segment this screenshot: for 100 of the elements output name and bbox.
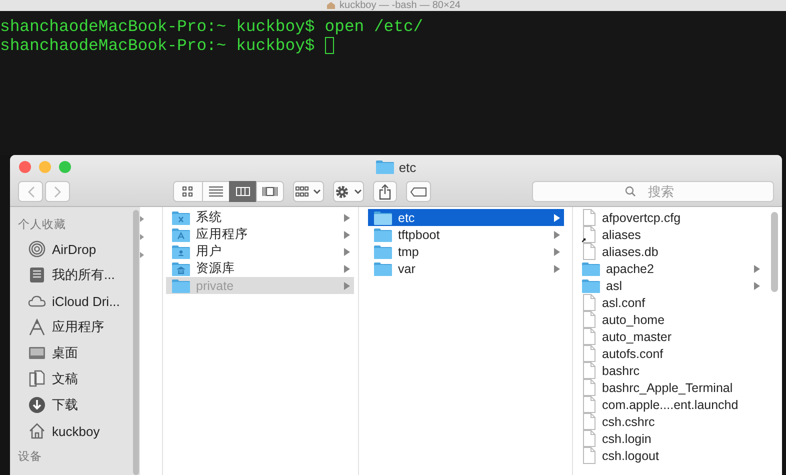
sidebar-section-title: 个人收藏 [18, 218, 67, 233]
folder-item[interactable]: etc [368, 209, 564, 226]
folder-icon [172, 278, 190, 292]
folder-item[interactable]: apache2 [578, 260, 782, 277]
view-mode-button[interactable] [173, 181, 203, 202]
share-icon [379, 184, 392, 200]
prompt-text: shanchaodeMacBook-Pro:~ kuckboy$ [0, 36, 315, 55]
file-item[interactable]: aliases [578, 226, 782, 243]
disclosure-arrow-icon [554, 248, 560, 256]
file-item[interactable]: bashrc_Apple_Terminal [578, 379, 782, 396]
disclosure-arrow-icon [554, 230, 560, 238]
caret-icon [313, 188, 322, 194]
disclosure-arrow-icon [140, 252, 144, 258]
folder-icon [374, 244, 392, 258]
file-item[interactable]: afpovertcp.cfg [578, 209, 782, 226]
file-icon [582, 396, 596, 413]
disclosure-arrow-icon [554, 214, 560, 222]
disclosure-arrow-icon [140, 234, 144, 240]
file-icon [582, 379, 596, 396]
command-text: open /etc/ [324, 17, 424, 36]
arrange-button[interactable] [293, 181, 324, 202]
folder-icon [374, 262, 392, 276]
file-item[interactable]: auto_home [578, 311, 782, 328]
file-item[interactable]: csh.logout [578, 447, 782, 464]
sidebar-item[interactable]: 桌面 [18, 340, 131, 366]
folder-item[interactable]: 应用程序 [166, 226, 354, 243]
file-item[interactable]: asl.conf [578, 294, 782, 311]
file-icon [582, 243, 596, 260]
sidebar-item[interactable]: iCloud Dri... [18, 288, 131, 314]
compass-a-icon [28, 318, 46, 336]
file-icon [582, 413, 596, 430]
sidebar-item[interactable]: 我的所有... [18, 262, 131, 288]
file-icon [582, 294, 596, 311]
file-icon [582, 328, 596, 345]
folder-icon [376, 160, 394, 174]
sidebar-item[interactable]: 文稿 [18, 366, 131, 392]
disclosure-arrow-icon [754, 282, 760, 290]
view-mode-button[interactable] [229, 181, 257, 202]
forward-icon [54, 186, 62, 198]
house-icon [326, 1, 336, 10]
sidebar-item[interactable]: 下载 [18, 392, 131, 418]
download-icon [28, 396, 46, 414]
folder-item[interactable]: 用户 [166, 243, 354, 260]
file-icon [582, 362, 596, 379]
disclosure-arrow-icon [344, 264, 350, 272]
file-icon [582, 447, 596, 464]
system-folder-icon [172, 210, 190, 224]
monitor-icon [28, 344, 46, 362]
search-field[interactable]: 搜索 [532, 181, 774, 202]
scrollbar-thumb[interactable] [771, 212, 778, 292]
action-button[interactable] [332, 181, 364, 202]
view-mode-button[interactable] [202, 181, 230, 202]
disclosure-arrow-icon [140, 216, 144, 222]
disclosure-arrow-icon [344, 248, 350, 256]
file-item[interactable]: com.apple....ent.launchd [578, 396, 782, 413]
sidebar-item[interactable]: 应用程序 [18, 314, 131, 340]
tag-button[interactable] [406, 181, 431, 202]
folder-item[interactable]: 系统 [166, 209, 354, 226]
disclosure-arrow-icon [344, 282, 350, 290]
folder-item[interactable]: tftpboot [368, 226, 564, 243]
view-mode-button[interactable] [256, 181, 284, 202]
apps-folder-icon [172, 228, 190, 242]
file-icon [582, 345, 596, 362]
gear-icon [334, 184, 350, 200]
documents-icon [28, 370, 46, 388]
file-stack-icon [28, 266, 46, 284]
sidebar-item[interactable]: AirDrop [18, 236, 131, 262]
file-item[interactable]: auto_master [578, 328, 782, 345]
file-item[interactable]: autofs.conf [578, 345, 782, 362]
file-item[interactable]: csh.login [578, 430, 782, 447]
window-title: kuckboy — -bash — 80×24 [340, 0, 460, 11]
sidebar-item[interactable]: kuckboy [18, 418, 131, 444]
folder-icon [582, 262, 600, 276]
caret-icon [354, 188, 362, 194]
disclosure-arrow-icon [554, 264, 560, 272]
folder-icon [374, 228, 392, 242]
disclosure-arrow-icon [344, 230, 350, 238]
file-item[interactable]: aliases.db [578, 243, 782, 260]
back-icon [26, 186, 34, 198]
folder-item[interactable]: 资源库 [166, 260, 354, 277]
folder-item[interactable]: var [368, 260, 564, 277]
window-title: etc [398, 160, 416, 174]
disclosure-arrow-icon [344, 214, 350, 222]
file-item[interactable]: bashrc [578, 362, 782, 379]
tag-icon [410, 186, 428, 196]
file-item[interactable]: csh.cshrc [578, 413, 782, 430]
share-button[interactable] [372, 181, 398, 202]
prompt-text: shanchaodeMacBook-Pro:~ kuckboy$ [0, 17, 315, 36]
library-folder-icon [172, 262, 190, 276]
folder-item[interactable]: asl [578, 277, 782, 294]
users-folder-icon [172, 244, 190, 258]
airdrop-icon [28, 240, 46, 258]
folder-item[interactable]: tmp [368, 243, 564, 260]
scrollbar-thumb[interactable] [132, 210, 138, 475]
disclosure-arrow-icon [754, 264, 760, 272]
file-icon [582, 311, 596, 328]
sidebar-section-title: 设备 [18, 450, 43, 465]
folder-icon [582, 278, 600, 292]
grid-icon [295, 186, 310, 198]
alias-file-icon [582, 226, 596, 243]
